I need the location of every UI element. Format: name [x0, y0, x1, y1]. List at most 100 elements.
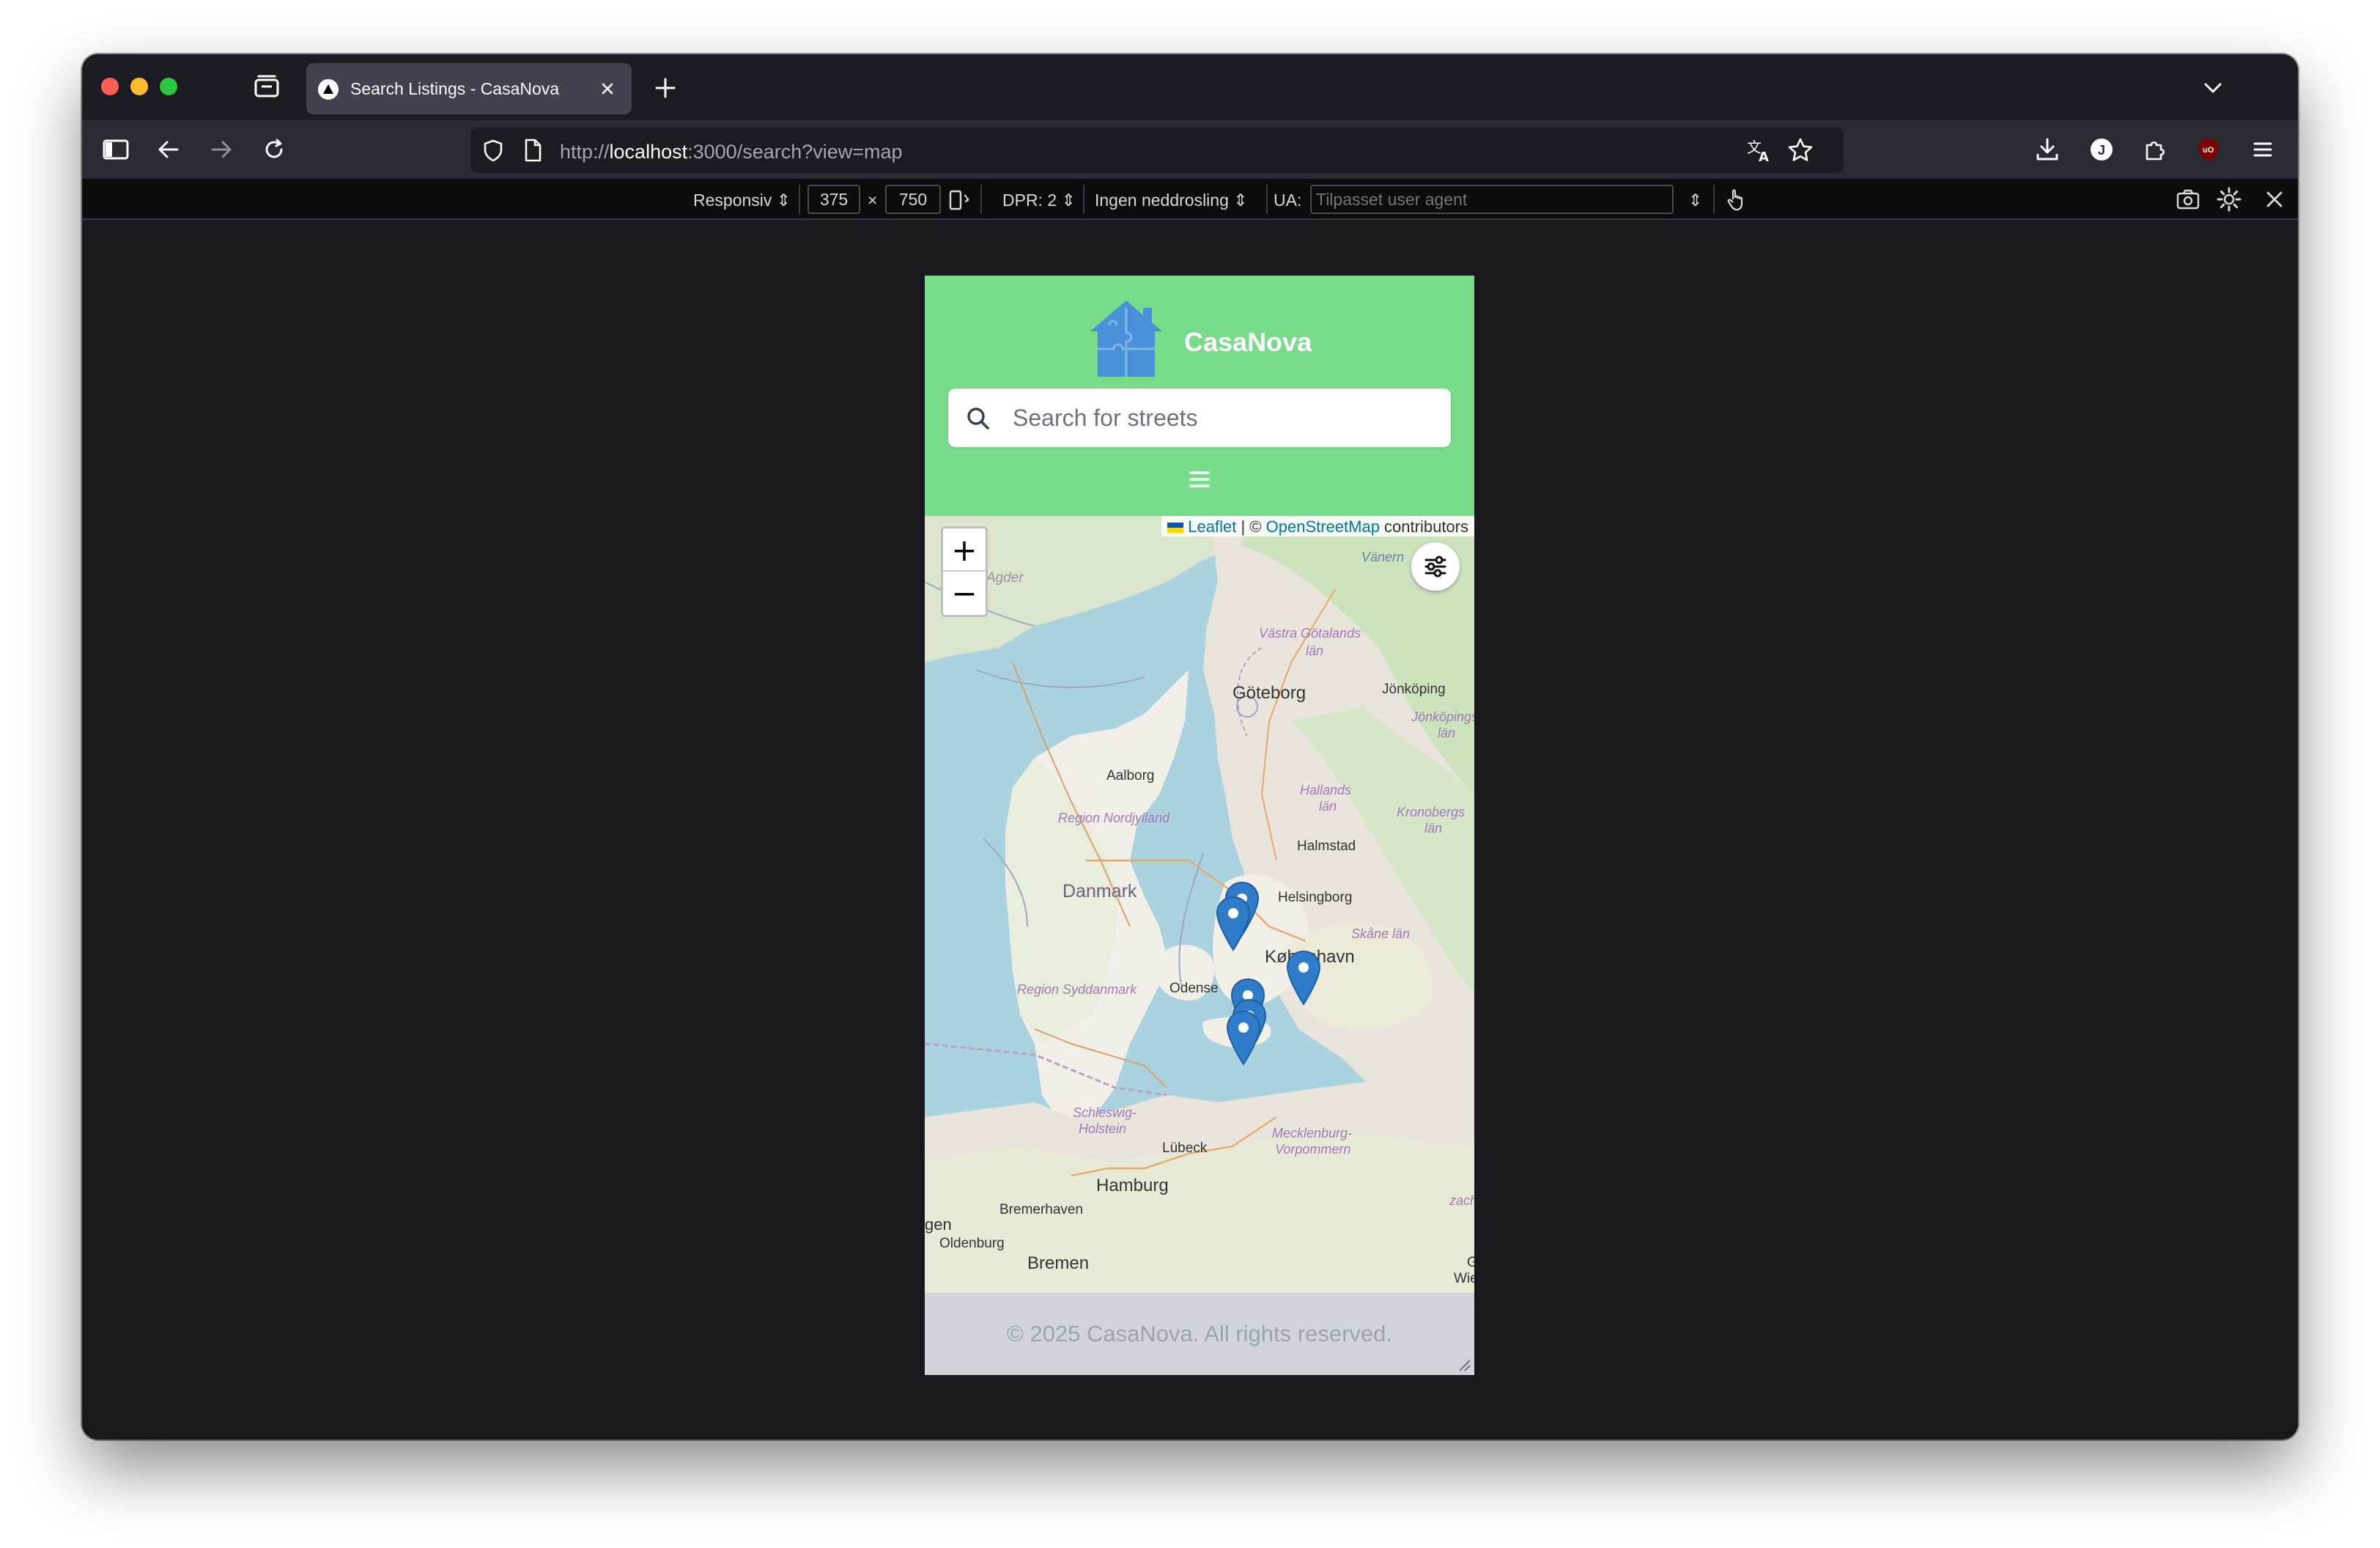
- map-label: Aalborg: [1106, 768, 1155, 784]
- map-label: Västra Götalands: [1259, 626, 1361, 641]
- zoom-in-button[interactable]: +: [943, 528, 986, 572]
- rotate-device-icon[interactable]: [947, 188, 972, 213]
- new-tab-icon[interactable]: [651, 73, 680, 103]
- map-label: Holstein: [1079, 1121, 1127, 1136]
- map-label: Lübeck: [1162, 1140, 1208, 1156]
- map-label: Agder: [986, 570, 1024, 586]
- user-agent-input[interactable]: [1310, 185, 1674, 214]
- map-view[interactable]: Agder Vänern Västra Götalands län Götebo…: [925, 516, 1474, 1293]
- throttling-selector[interactable]: Ingen neddrosling ⇕: [1095, 191, 1248, 210]
- menu-icon[interactable]: [2247, 133, 2279, 166]
- map-label: Halmstad: [1297, 838, 1356, 854]
- download-icon[interactable]: [2031, 133, 2063, 166]
- map-label: gen: [925, 1215, 952, 1234]
- viewport-width-input[interactable]: 375: [808, 185, 860, 214]
- divider: [1083, 185, 1084, 214]
- account-icon[interactable]: J: [2085, 133, 2118, 166]
- divider: [1266, 185, 1268, 214]
- divider: [1713, 185, 1715, 214]
- openstreetmap-link[interactable]: OpenStreetMap: [1266, 517, 1380, 536]
- map-attribution: Leaflet | © OpenStreetMap contributors: [1161, 516, 1474, 537]
- brand-name[interactable]: CasaNova: [1184, 327, 1312, 358]
- ublock-icon[interactable]: uO: [2192, 133, 2225, 166]
- map-label: Hamburg: [1096, 1176, 1169, 1195]
- tab-search-listings[interactable]: Search Listings - CasaNova: [306, 63, 632, 114]
- listing-marker-icon[interactable]: [1225, 1010, 1262, 1066]
- viewport-area: CasaNova Search for streets Agder Vänern…: [82, 221, 2298, 1440]
- ua-label: UA:: [1274, 191, 1302, 210]
- map-label: Region Nordjylland: [1058, 811, 1170, 825]
- map-label: Odense: [1169, 981, 1219, 996]
- mobile-viewport: CasaNova Search for streets Agder Vänern…: [925, 276, 1474, 1375]
- filter-button[interactable]: [1411, 542, 1460, 591]
- zoom-window-button[interactable]: [160, 78, 177, 95]
- map-tiles[interactable]: [925, 516, 1474, 1293]
- tab-strip: Search Listings - CasaNova: [82, 54, 2298, 120]
- app-header: CasaNova: [925, 276, 1474, 516]
- sidebar-icon[interactable]: [100, 133, 132, 166]
- map-label: län: [1438, 726, 1456, 740]
- map-label: Hallands: [1300, 783, 1352, 797]
- settings-gear-icon[interactable]: [2216, 186, 2242, 213]
- casanova-logo-icon[interactable]: [1087, 298, 1165, 380]
- address-bar[interactable]: http://localhost:3000/search?view=map 文A: [470, 128, 1844, 173]
- listing-marker-icon[interactable]: [1215, 896, 1252, 951]
- browser-window: Search Listings - CasaNova http://localh…: [82, 54, 2298, 1440]
- map-label: Kronobergs: [1397, 805, 1466, 819]
- street-search-bar[interactable]: [948, 388, 1451, 447]
- minimize-window-button[interactable]: [130, 78, 148, 95]
- hamburger-menu-icon[interactable]: [1185, 465, 1214, 494]
- responsive-design-toolbar: Responsiv ⇕ 375 × 750 DPR: 2 ⇕ Ingen ned…: [82, 179, 2298, 220]
- map-label: Skåne län: [1351, 926, 1411, 941]
- divider: [980, 185, 982, 214]
- map-label: län: [1424, 821, 1443, 836]
- leaflet-link[interactable]: Leaflet: [1188, 517, 1236, 536]
- star-icon[interactable]: [1786, 136, 1814, 164]
- dimension-separator: ×: [868, 191, 878, 210]
- url-text[interactable]: http://localhost:3000/search?view=map: [560, 141, 903, 163]
- resize-handle-icon[interactable]: [1455, 1356, 1471, 1372]
- map-label: Jönköping: [1382, 682, 1446, 697]
- map-label: Jönköpings: [1411, 710, 1474, 724]
- favicon-icon: [318, 79, 339, 100]
- forward-arrow-icon[interactable]: [205, 133, 237, 166]
- close-rdm-icon[interactable]: [2261, 186, 2288, 213]
- ukraine-flag-icon: [1167, 523, 1184, 534]
- map-label: Region Syddanmark: [1017, 982, 1137, 997]
- map-label: Danmark: [1062, 881, 1137, 902]
- map-label: Oldenburg: [939, 1236, 1005, 1251]
- viewport-height-input[interactable]: 750: [885, 185, 941, 214]
- device-selector[interactable]: Responsiv ⇕: [693, 191, 791, 210]
- sliders-icon: [1424, 556, 1446, 578]
- map-label: Vorpommern: [1275, 1142, 1351, 1157]
- dpr-selector[interactable]: DPR: 2 ⇕: [1002, 191, 1076, 210]
- close-tab-icon[interactable]: [595, 76, 620, 101]
- page-icon[interactable]: [522, 138, 544, 163]
- map-label: Bremerhaven: [999, 1202, 1084, 1217]
- map-label: län: [1306, 644, 1324, 658]
- close-window-button[interactable]: [101, 78, 119, 95]
- zoom-out-button[interactable]: −: [943, 572, 986, 615]
- map-label: Wie: [1454, 1271, 1474, 1286]
- shield-icon[interactable]: [481, 138, 506, 163]
- street-search-input[interactable]: [1013, 388, 1438, 447]
- map-label: G: [1467, 1255, 1474, 1270]
- map-label: län: [1319, 799, 1337, 814]
- map-label: Göteborg: [1232, 683, 1307, 703]
- puzzle-icon[interactable]: [2138, 133, 2170, 166]
- screenshot-icon[interactable]: [2175, 186, 2201, 213]
- back-arrow-icon[interactable]: [152, 133, 185, 166]
- translate-icon[interactable]: 文A: [1745, 136, 1773, 165]
- map-label: Mecklenburg-: [1272, 1126, 1353, 1140]
- listing-marker-icon[interactable]: [1285, 950, 1322, 1006]
- chevron-down-icon[interactable]: [2198, 73, 2228, 103]
- svg-text:J: J: [2098, 143, 2105, 158]
- reload-icon[interactable]: [258, 133, 290, 166]
- navigation-toolbar: http://localhost:3000/search?view=map 文A…: [82, 120, 2298, 179]
- tab-groups-icon[interactable]: [252, 73, 281, 100]
- ua-dropdown-icon[interactable]: ⇕: [1688, 191, 1702, 210]
- map-label: zach: [1449, 1193, 1474, 1208]
- svg-text:uO: uO: [2203, 146, 2214, 155]
- attribution-separator: | ©: [1236, 517, 1266, 536]
- touch-simulation-icon[interactable]: [1723, 186, 1750, 213]
